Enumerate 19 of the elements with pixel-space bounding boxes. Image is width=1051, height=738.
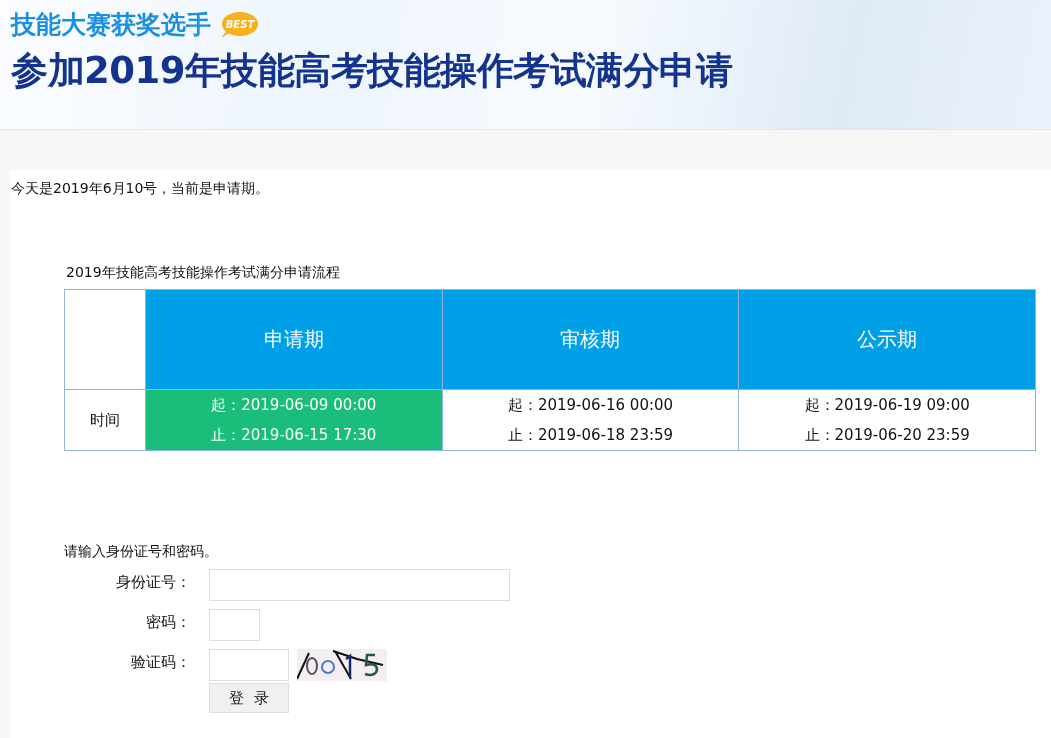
password-field[interactable] (209, 609, 260, 641)
row-label: 时间 (64, 389, 146, 451)
page-title: 参加2019年技能高考技能操作考试满分申请 (11, 48, 734, 94)
login-button[interactable]: 登 录 (209, 683, 289, 713)
phase-header: 申请期 (145, 289, 443, 390)
page-subtitle: 技能大赛获奖选手 (11, 9, 211, 41)
date-range-cell: 起：2019-06-09 00:00 止：2019-06-15 17:30 (145, 389, 443, 451)
phase-header: 公示期 (738, 289, 1036, 390)
id-number-field[interactable] (209, 569, 510, 601)
captcha-field[interactable] (209, 649, 289, 681)
table-caption: 2019年技能高考技能操作考试满分申请流程 (66, 263, 341, 282)
field-label: 身份证号： (115, 572, 191, 593)
field-label: 验证码： (130, 652, 191, 673)
field-label: 密码： (145, 612, 191, 633)
phase-header: 审核期 (442, 289, 739, 390)
date-range-cell: 起：2019-06-16 00:00 止：2019-06-18 23:59 (442, 389, 739, 451)
date-range-cell: 起：2019-06-19 09:00 止：2019-06-20 23:59 (738, 389, 1036, 451)
status-notice: 今天是2019年6月10号，当前是申请期。 (11, 179, 271, 198)
login-prompt: 请输入身份证号和密码。 (64, 542, 219, 561)
